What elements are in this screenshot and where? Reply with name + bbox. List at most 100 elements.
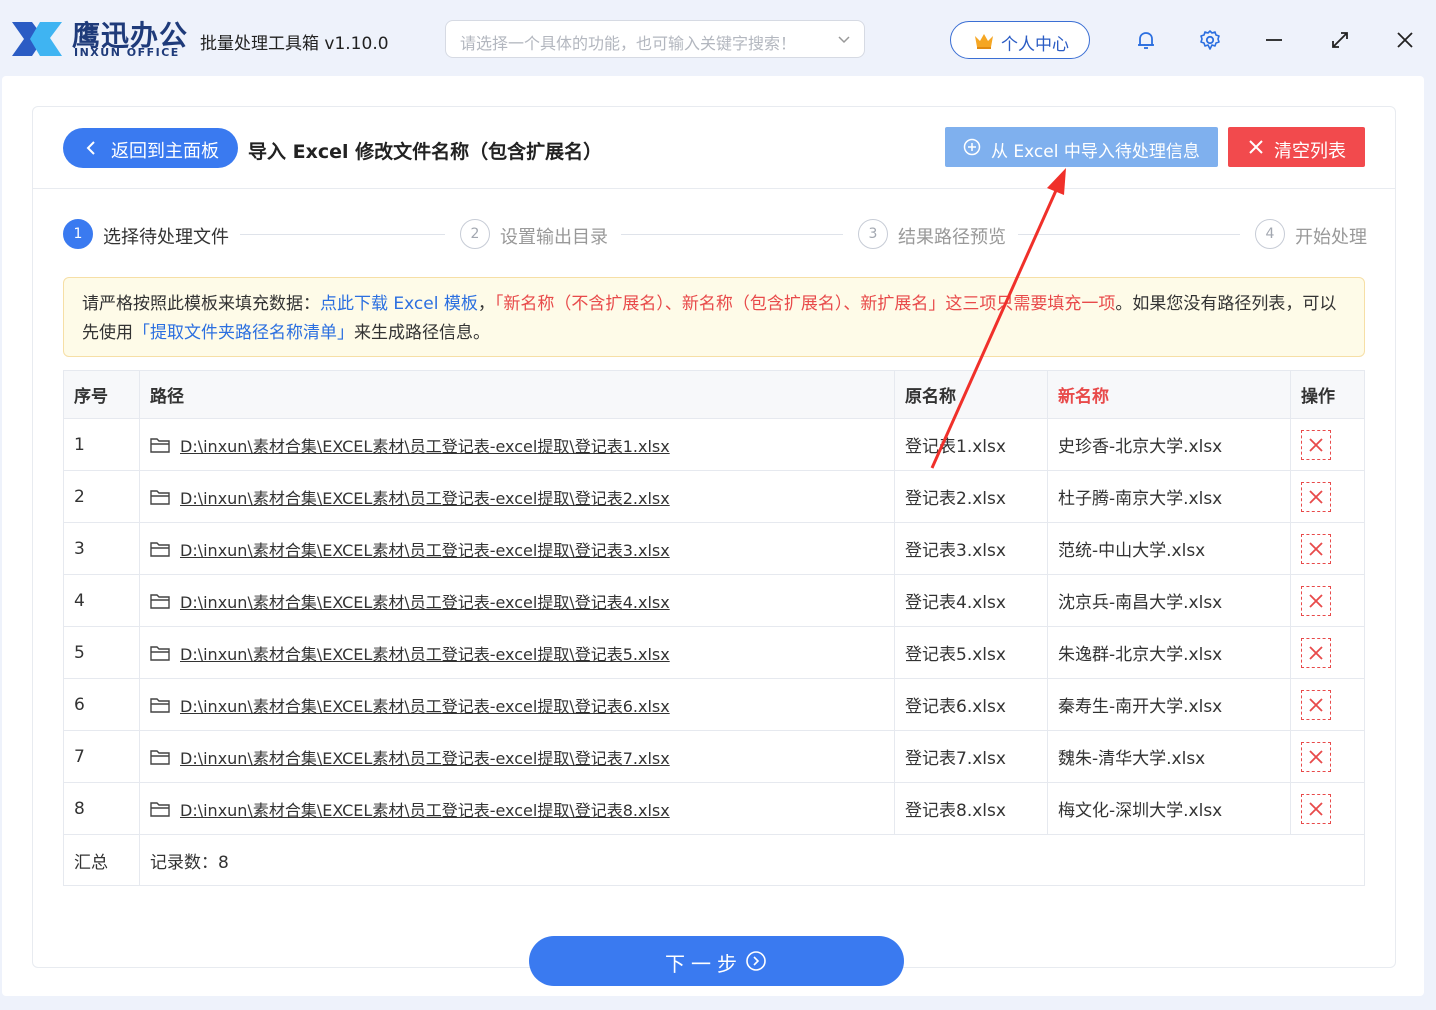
file-path-link[interactable]: D:\inxun\素材合集\EXCEL素材\员工登记表-excel提取\登记表6…	[180, 693, 670, 717]
folder-icon[interactable]	[150, 697, 170, 713]
row-index: 5	[74, 642, 85, 663]
close-icon	[1309, 541, 1323, 556]
summary-row: 汇总 记录数：8	[64, 835, 1364, 885]
file-table: 序号 路径 原名称 新名称 操作 1 D:\inxun\素材合集\EXCEL素材\…	[63, 370, 1365, 886]
next-step-button[interactable]: 下一步	[529, 936, 904, 986]
inxun-logo-icon	[12, 22, 62, 56]
search-input[interactable]: 请选择一个具体的功能，也可输入关键字搜索！	[445, 20, 865, 58]
step-divider	[1018, 234, 1240, 235]
header-path: 路径	[139, 371, 894, 418]
template-notice: 请严格按照此模板来填充数据：点此下载 Excel 模板，「新名称（不含扩展名）、…	[63, 277, 1365, 357]
folder-icon[interactable]	[150, 437, 170, 453]
row-new-name: 魏朱-清华大学.xlsx	[1047, 731, 1290, 782]
close-icon	[1309, 697, 1323, 712]
import-from-excel-button[interactable]: 从 Excel 中导入待处理信息	[945, 127, 1218, 167]
header-index: 序号	[74, 387, 108, 407]
folder-icon[interactable]	[150, 801, 170, 817]
delete-row-button[interactable]	[1301, 533, 1331, 564]
user-center-button[interactable]: 个人中心	[950, 21, 1090, 59]
import-label: 从 Excel 中导入待处理信息	[991, 142, 1200, 162]
chevron-down-icon	[838, 36, 850, 44]
row-new-name: 沈京兵-南昌大学.xlsx	[1047, 575, 1290, 626]
delete-row-button[interactable]	[1301, 637, 1331, 668]
delete-row-button[interactable]	[1301, 793, 1331, 824]
row-new-name: 朱逸群-北京大学.xlsx	[1047, 627, 1290, 678]
card-header: 返回到主面板 导入 Excel 修改文件名称（包含扩展名） 从 Excel 中导…	[33, 107, 1395, 189]
notice-text: ，	[477, 294, 495, 314]
clear-list-button[interactable]: 清空列表	[1228, 127, 1365, 167]
title-bar: 鹰迅办公 INXUN OFFICE 批量处理工具箱 v1.10.0 请选择一个具…	[0, 0, 1436, 78]
bell-icon[interactable]	[1134, 28, 1158, 52]
clear-label: 清空列表	[1274, 141, 1346, 162]
download-template-link[interactable]: 点此下载 Excel 模板	[320, 294, 478, 314]
file-path-link[interactable]: D:\inxun\素材合集\EXCEL素材\员工登记表-excel提取\登记表3…	[180, 537, 670, 561]
step-number: 1	[63, 219, 93, 249]
delete-row-button[interactable]	[1301, 481, 1331, 512]
maximize-icon[interactable]	[1328, 28, 1352, 52]
brand-name-en: INXUN OFFICE	[74, 46, 180, 59]
extract-folder-paths-link[interactable]: 「提取文件夹路径名称清单」	[133, 323, 354, 343]
main-panel: 返回到主面板 导入 Excel 修改文件名称（包含扩展名） 从 Excel 中导…	[2, 76, 1424, 996]
row-new-name: 梅文化-深圳大学.xlsx	[1047, 783, 1290, 834]
step-number: 4	[1255, 219, 1285, 249]
table-row: 6 D:\inxun\素材合集\EXCEL素材\员工登记表-excel提取\登记表…	[64, 679, 1364, 731]
row-path-cell: D:\inxun\素材合集\EXCEL素材\员工登记表-excel提取\登记表5…	[139, 627, 894, 678]
close-icon	[1309, 593, 1323, 608]
folder-icon[interactable]	[150, 749, 170, 765]
row-action-cell	[1290, 523, 1366, 574]
notice-warning: 「新名称（不含扩展名）、新名称（包含扩展名）、新扩展名」这三项只需要填充一项	[494, 294, 1116, 314]
row-path-cell: D:\inxun\素材合集\EXCEL素材\员工登记表-excel提取\登记表2…	[139, 471, 894, 522]
step-number: 2	[460, 219, 490, 249]
close-icon	[1309, 749, 1323, 764]
file-path-link[interactable]: D:\inxun\素材合集\EXCEL素材\员工登记表-excel提取\登记表2…	[180, 485, 670, 509]
row-old-name: 登记表7.xlsx	[894, 731, 1047, 782]
file-path-link[interactable]: D:\inxun\素材合集\EXCEL素材\员工登记表-excel提取\登记表7…	[180, 745, 670, 769]
file-path-link[interactable]: D:\inxun\素材合集\EXCEL素材\员工登记表-excel提取\登记表8…	[180, 797, 670, 821]
table-row: 8 D:\inxun\素材合集\EXCEL素材\员工登记表-excel提取\登记表…	[64, 783, 1364, 835]
delete-row-button[interactable]	[1301, 689, 1331, 720]
row-index: 2	[74, 486, 85, 507]
user-center-label: 个人中心	[1001, 35, 1069, 55]
file-path-link[interactable]: D:\inxun\素材合集\EXCEL素材\员工登记表-excel提取\登记表4…	[180, 589, 670, 613]
back-label: 返回到主面板	[111, 141, 219, 162]
row-old-name: 登记表5.xlsx	[894, 627, 1047, 678]
back-to-dashboard-button[interactable]: 返回到主面板	[63, 128, 238, 168]
row-path-cell: D:\inxun\素材合集\EXCEL素材\员工登记表-excel提取\登记表6…	[139, 679, 894, 730]
folder-icon[interactable]	[150, 541, 170, 557]
row-index: 1	[74, 434, 85, 455]
table-row: 7 D:\inxun\素材合集\EXCEL素材\员工登记表-excel提取\登记表…	[64, 731, 1364, 783]
delete-row-button[interactable]	[1301, 741, 1331, 772]
table-row: 1 D:\inxun\素材合集\EXCEL素材\员工登记表-excel提取\登记表…	[64, 419, 1364, 471]
notice-text: 来生成路径信息。	[354, 323, 490, 343]
step-divider	[240, 234, 445, 235]
row-path-cell: D:\inxun\素材合集\EXCEL素材\员工登记表-excel提取\登记表3…	[139, 523, 894, 574]
gear-icon[interactable]	[1198, 28, 1222, 52]
close-icon	[1309, 437, 1323, 452]
search-placeholder: 请选择一个具体的功能，也可输入关键字搜索！	[460, 34, 797, 53]
file-path-link[interactable]: D:\inxun\素材合集\EXCEL素材\员工登记表-excel提取\登记表1…	[180, 433, 670, 457]
row-action-cell	[1290, 627, 1366, 678]
next-label: 下一步	[665, 952, 743, 976]
row-index: 8	[74, 798, 85, 819]
folder-icon[interactable]	[150, 645, 170, 661]
row-old-name: 登记表2.xlsx	[894, 471, 1047, 522]
close-icon[interactable]	[1393, 28, 1417, 52]
row-old-name: 登记表6.xlsx	[894, 679, 1047, 730]
row-old-name: 登记表3.xlsx	[894, 523, 1047, 574]
app-title: 批量处理工具箱 v1.10.0	[200, 34, 389, 54]
minimize-icon[interactable]	[1262, 28, 1286, 52]
delete-row-button[interactable]	[1301, 429, 1331, 460]
delete-row-button[interactable]	[1301, 585, 1331, 616]
row-new-name: 范统-中山大学.xlsx	[1047, 523, 1290, 574]
step-divider	[621, 234, 843, 235]
close-icon	[1249, 140, 1263, 154]
folder-icon[interactable]	[150, 593, 170, 609]
folder-icon[interactable]	[150, 489, 170, 505]
file-path-link[interactable]: D:\inxun\素材合集\EXCEL素材\员工登记表-excel提取\登记表5…	[180, 641, 670, 665]
table-row: 4 D:\inxun\素材合集\EXCEL素材\员工登记表-excel提取\登记表…	[64, 575, 1364, 627]
row-index: 4	[74, 590, 85, 611]
header-new-name: 新名称	[1047, 371, 1290, 418]
row-action-cell	[1290, 471, 1366, 522]
row-path-cell: D:\inxun\素材合集\EXCEL素材\员工登记表-excel提取\登记表1…	[139, 419, 894, 470]
row-action-cell	[1290, 575, 1366, 626]
